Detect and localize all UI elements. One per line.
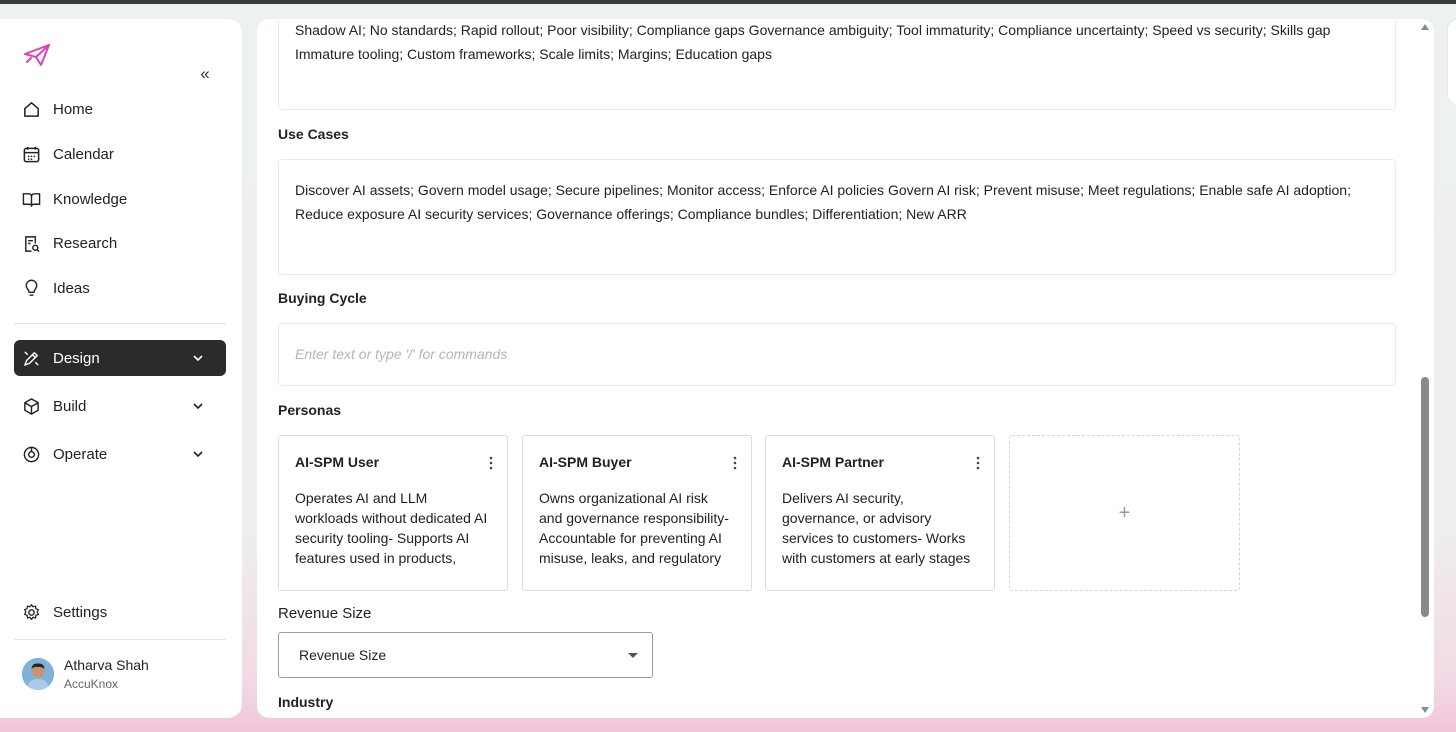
more-options-icon[interactable] [733, 456, 737, 470]
cube-icon [24, 397, 39, 415]
sidebar-item-label: Ideas [53, 279, 90, 297]
chevron-down-icon[interactable] [190, 350, 206, 366]
sidebar-item-calendar[interactable]: Calendar [14, 136, 226, 172]
chevron-down-icon[interactable] [190, 446, 206, 462]
main-content: Shadow AI; No standards; Rapid rollout; … [257, 19, 1434, 718]
window-top-bar [0, 0, 1456, 4]
use-cases-textbox[interactable]: Discover AI assets; Govern model usage; … [278, 159, 1396, 275]
sidebar-divider [14, 323, 226, 324]
user-organization: AccuKnox [64, 677, 119, 691]
personas-label: Personas [278, 402, 342, 418]
paper-plane-logo-icon[interactable] [24, 44, 50, 66]
sidebar-item-label: Knowledge [53, 190, 128, 208]
user-name: Atharva Shah [64, 657, 149, 673]
sidebar: « Home Calendar Knowledge Research Ideas… [0, 19, 242, 718]
user-profile[interactable]: Atharva Shah AccuKnox [22, 657, 149, 691]
right-panel-edge [1447, 19, 1456, 105]
sidebar-item-design[interactable]: Design [14, 340, 226, 376]
revenue-size-select[interactable]: Revenue Size [278, 632, 653, 678]
research-icon [25, 235, 40, 252]
sidebar-item-knowledge[interactable]: Knowledge [14, 181, 226, 217]
caret-down-icon [628, 653, 638, 658]
challenges-text-line: Immature tooling; Custom frameworks; Sca… [295, 46, 772, 62]
use-cases-text-line: Reduce exposure AI security services; Go… [295, 206, 967, 222]
persona-description: Owns organizational AI risk and governan… [539, 490, 729, 566]
gear-icon [24, 603, 39, 620]
persona-card[interactable]: AI-SPM Partner Delivers AI security, gov… [765, 435, 995, 591]
calendar-icon [23, 146, 40, 162]
persona-title: AI-SPM Partner [782, 454, 884, 470]
user-avatar-icon [22, 658, 54, 690]
plus-icon: + [1118, 501, 1131, 524]
home-icon [24, 101, 39, 117]
sidebar-item-label: Home [53, 100, 94, 118]
sidebar-item-ideas[interactable]: Ideas [14, 270, 226, 306]
revenue-size-label: Revenue Size [278, 605, 372, 622]
sidebar-item-build[interactable]: Build [14, 388, 226, 424]
book-icon [22, 192, 41, 207]
revenue-size-value: Revenue Size [299, 647, 387, 663]
buying-cycle-label: Buying Cycle [278, 290, 367, 306]
scrollbar-thumb[interactable] [1421, 377, 1429, 617]
persona-description: Operates AI and LLM workloads without de… [295, 490, 488, 566]
operate-icon [23, 446, 40, 462]
sidebar-divider [14, 639, 226, 640]
use-cases-text-line: Discover AI assets; Govern model usage; … [295, 182, 1351, 198]
scroll-up-arrow-icon[interactable] [1421, 24, 1429, 30]
sidebar-item-settings[interactable]: Settings [14, 594, 226, 630]
buying-cycle-placeholder: Enter text or type '/' for commands [295, 346, 508, 362]
persona-card[interactable]: AI-SPM Buyer Owns organizational AI risk… [522, 435, 752, 591]
scroll-down-arrow-icon[interactable] [1421, 707, 1429, 713]
persona-title: AI-SPM Buyer [539, 454, 632, 470]
sidebar-item-home[interactable]: Home [14, 91, 226, 127]
chevron-down-icon[interactable] [190, 398, 206, 414]
persona-description: Delivers AI security, governance, or adv… [782, 490, 971, 566]
sidebar-item-label: Research [53, 234, 118, 252]
industry-label: Industry [278, 694, 334, 710]
lightbulb-icon [25, 279, 38, 296]
use-cases-label: Use Cases [278, 126, 349, 142]
persona-title: AI-SPM User [295, 454, 380, 470]
sidebar-item-label: Design [53, 349, 100, 367]
challenges-textbox[interactable]: Shadow AI; No standards; Rapid rollout; … [278, 19, 1396, 110]
sidebar-item-label: Build [53, 397, 87, 415]
collapse-sidebar-icon[interactable]: « [195, 64, 215, 84]
avatar [22, 658, 54, 690]
sidebar-item-label: Operate [53, 445, 108, 463]
add-persona-button[interactable]: + [1009, 435, 1240, 591]
main-scrollbar[interactable] [1418, 19, 1432, 718]
persona-card[interactable]: AI-SPM User Operates AI and LLM workload… [278, 435, 508, 591]
more-options-icon[interactable] [976, 456, 980, 470]
sidebar-item-label: Settings [53, 603, 108, 621]
buying-cycle-textbox[interactable]: Enter text or type '/' for commands [278, 323, 1396, 386]
more-options-icon[interactable] [489, 456, 493, 470]
sidebar-item-operate[interactable]: Operate [14, 436, 226, 472]
sidebar-item-label: Calendar [53, 145, 114, 163]
sidebar-item-research[interactable]: Research [14, 225, 226, 261]
challenges-text-line: Shadow AI; No standards; Rapid rollout; … [295, 22, 1331, 38]
pen-icon [24, 350, 39, 366]
